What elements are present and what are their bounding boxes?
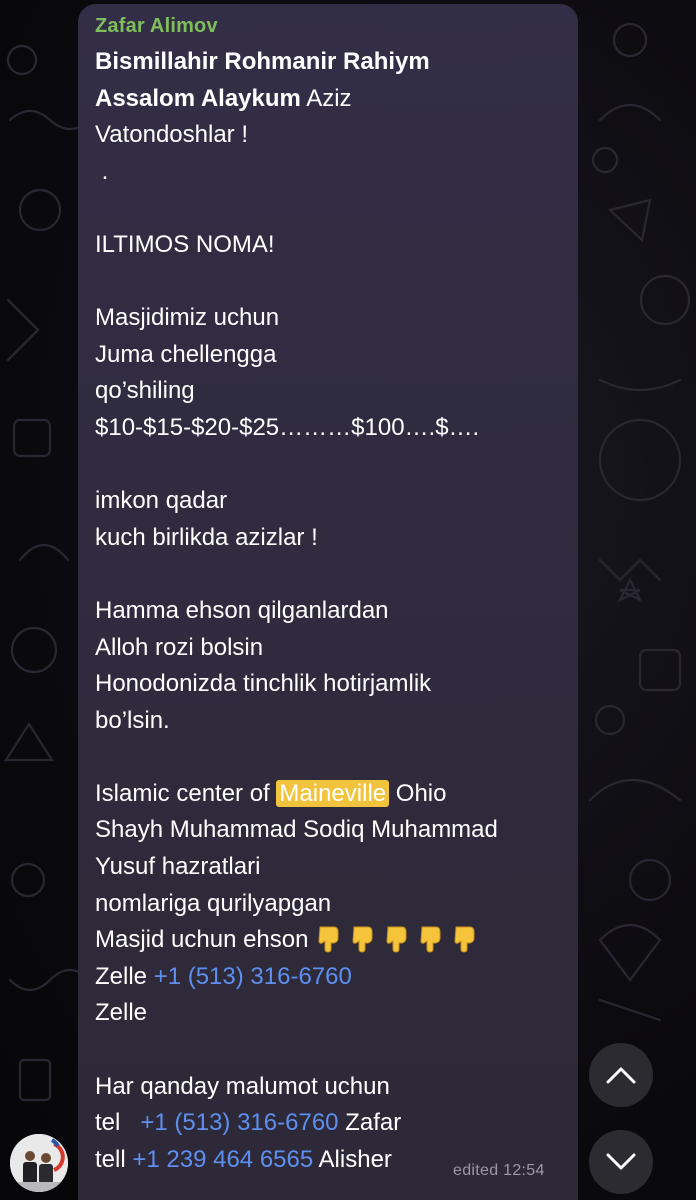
- message-time: 12:54: [503, 1162, 545, 1179]
- chevron-up-icon: [606, 1067, 636, 1084]
- message-line: Har qanday malumot uchun: [95, 1072, 390, 1100]
- phone-link[interactable]: +1 (513) 316-6760: [154, 963, 352, 990]
- message-text: Bismillahir Rohmanir Rahiym Assalom Alay…: [95, 44, 570, 1178]
- message-line: Assalom Alaykum Aziz: [95, 81, 570, 118]
- message-line: Masjidimiz uchun: [95, 304, 280, 332]
- message-line: tel +1 (513) 316-6760 Zafar: [95, 1105, 570, 1142]
- search-highlight: Maineville: [276, 779, 390, 807]
- message-line: Alloh rozi bolsin: [95, 633, 264, 661]
- pointing-down-icon: [420, 926, 441, 953]
- message-line: Zelle +1 (513) 316-6760: [95, 959, 570, 996]
- message-line: Juma chellengga: [95, 340, 277, 368]
- message-line: .: [95, 157, 109, 185]
- sender-name[interactable]: Zafar Alimov: [95, 15, 218, 38]
- tel-label: tel: [95, 1109, 141, 1137]
- pointing-down-icon: [352, 926, 373, 953]
- contact-name: Alisher: [313, 1145, 392, 1173]
- donation-text: Masjid uchun ehson: [95, 926, 309, 954]
- pointing-down-icon: [386, 926, 407, 953]
- greeting-bold: Assalom Alaykum: [95, 84, 301, 112]
- message-line: Bismillahir Rohmanir Rahiym: [95, 48, 430, 75]
- message-line: bo’lsin.: [95, 706, 170, 734]
- message-line: ILTIMOS NOMA!: [95, 230, 275, 258]
- greeting-rest: Aziz: [300, 84, 352, 112]
- edited-label: edited: [453, 1162, 499, 1179]
- message-line: Honodonizda tinchlik hotirjamlik: [95, 670, 432, 698]
- message-line: Hamma ehson qilganlardan: [95, 596, 389, 624]
- tel-label: tell: [95, 1145, 133, 1173]
- phone-link[interactable]: +1 239 464 6565: [132, 1146, 313, 1173]
- message-line: nomlariga qurilyapgan: [95, 889, 332, 917]
- message-line: Yusuf hazratlari: [95, 853, 261, 881]
- scroll-up-button[interactable]: [589, 1043, 653, 1107]
- scroll-down-button[interactable]: [589, 1130, 653, 1194]
- avatar-image: [10, 1134, 68, 1192]
- message-line: Islamic center of Maineville Ohio: [95, 776, 570, 813]
- pointing-down-emojis: [308, 926, 478, 953]
- message-line: kuch birlikda azizlar !: [95, 523, 318, 551]
- message-meta: edited 12:54: [453, 1162, 545, 1180]
- pointing-down-icon: [318, 926, 339, 953]
- message-line: Shayh Muhammad Sodiq Muhammad: [95, 816, 498, 844]
- avatar[interactable]: [10, 1134, 68, 1192]
- pointing-down-icon: [454, 926, 475, 953]
- message-line: qo’shiling: [95, 377, 195, 405]
- message-line: Zelle: [95, 999, 148, 1027]
- contact-name: Zafar: [338, 1109, 402, 1137]
- message-line: $10-$15-$20-$25………$100….$….: [95, 413, 480, 441]
- location-suffix: Ohio: [389, 779, 447, 807]
- message-line: Masjid uchun ehson: [95, 922, 570, 959]
- zelle-label: Zelle: [95, 962, 154, 990]
- message-line: Vatondoshlar !: [95, 121, 248, 149]
- phone-link[interactable]: +1 (513) 316-6760: [140, 1109, 338, 1136]
- message-line: imkon qadar: [95, 487, 228, 515]
- location-prefix: Islamic center of: [95, 779, 277, 807]
- chevron-down-icon: [606, 1153, 636, 1170]
